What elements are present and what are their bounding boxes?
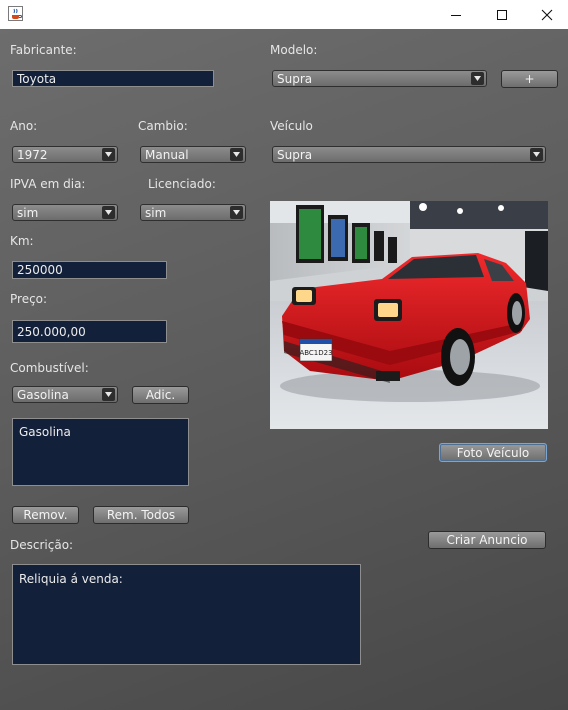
title-bar — [0, 0, 568, 29]
add-modelo-button[interactable]: + — [501, 70, 558, 88]
dropdown-arrow-icon — [471, 72, 484, 85]
dropdown-arrow-icon — [230, 148, 243, 161]
ano-combo-value: 1972 — [17, 147, 48, 162]
combustivel-combo-value: Gasolina — [17, 387, 69, 402]
fabricante-field[interactable]: Toyota — [12, 70, 214, 87]
preco-label: Preço: — [10, 292, 48, 306]
fabricante-label: Fabricante: — [10, 43, 77, 57]
combustivel-list[interactable]: Gasolina — [12, 418, 189, 486]
maximize-icon — [497, 9, 507, 20]
licenciado-label: Licenciado: — [148, 177, 216, 191]
modelo-combo-value: Supra — [277, 71, 313, 86]
descricao-textarea[interactable]: Reliquia á venda: — [12, 564, 361, 665]
ipva-combo-value: sim — [17, 205, 39, 220]
modelo-label: Modelo: — [270, 43, 318, 57]
ipva-combo[interactable]: sim — [12, 204, 118, 221]
java-app-icon — [8, 6, 23, 21]
veiculo-combo[interactable]: Supra — [272, 146, 546, 163]
combustivel-combo[interactable]: Gasolina — [12, 386, 118, 403]
cambio-combo[interactable]: Manual — [140, 146, 246, 163]
minimize-icon — [451, 14, 461, 16]
descricao-label: Descrição: — [10, 538, 74, 552]
licenciado-combo-value: sim — [145, 205, 167, 220]
vehicle-photo: ABC1D23 — [270, 201, 548, 429]
license-plate-text: ABC1D23 — [299, 349, 332, 357]
dropdown-arrow-icon — [230, 206, 243, 219]
combustivel-label: Combustível: — [10, 361, 89, 375]
veiculo-label: Veículo — [270, 119, 313, 133]
cambio-label: Cambio: — [138, 119, 188, 133]
remove-all-button[interactable]: Rem. Todos — [93, 506, 189, 524]
dropdown-arrow-icon — [102, 388, 115, 401]
dropdown-arrow-icon — [530, 148, 543, 161]
ano-combo[interactable]: 1972 — [12, 146, 118, 163]
dropdown-arrow-icon — [102, 148, 115, 161]
ano-label: Ano: — [10, 119, 38, 133]
adic-button[interactable]: Adic. — [132, 386, 189, 404]
km-label: Km: — [10, 234, 34, 248]
foto-veiculo-button[interactable]: Foto Veículo — [439, 443, 547, 462]
close-button[interactable] — [524, 0, 568, 29]
close-icon — [541, 9, 553, 20]
preco-field[interactable]: 250.000,00 — [12, 320, 167, 343]
ipva-label: IPVA em dia: — [10, 177, 86, 191]
veiculo-combo-value: Supra — [277, 147, 313, 162]
modelo-combo[interactable]: Supra — [272, 70, 487, 87]
remove-button[interactable]: Remov. — [12, 506, 79, 524]
licenciado-combo[interactable]: sim — [140, 204, 246, 221]
km-field[interactable]: 250000 — [12, 261, 167, 279]
maximize-button[interactable] — [479, 0, 525, 29]
criar-anuncio-button[interactable]: Criar Anuncio — [428, 531, 546, 549]
minimize-button[interactable] — [433, 0, 479, 29]
app-window: Fabricante: Toyota Modelo: Supra + Ano: … — [0, 0, 568, 710]
cambio-combo-value: Manual — [145, 147, 189, 162]
dropdown-arrow-icon — [102, 206, 115, 219]
list-item[interactable]: Gasolina — [19, 425, 182, 439]
